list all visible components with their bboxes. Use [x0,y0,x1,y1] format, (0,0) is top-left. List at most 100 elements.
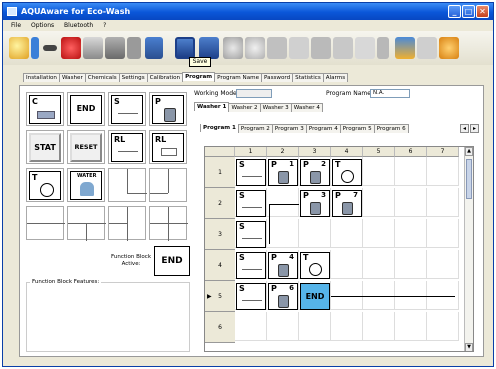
palette-tee-connector[interactable] [108,206,146,241]
menu-help[interactable]: ? [103,22,106,29]
program-block[interactable]: P2 [300,159,330,186]
palette-cell[interactable]: RL [149,130,187,164]
palette-cell[interactable]: END [67,92,105,126]
grid-cell[interactable] [427,250,459,279]
scroll-up-icon[interactable]: ▲ [465,147,473,156]
palette-cell[interactable]: P [149,92,187,126]
tab-alarms[interactable]: Alarms [322,73,349,82]
palette-corner-connector[interactable] [108,168,147,202]
grid-cell[interactable] [331,312,363,341]
new-icon[interactable] [9,37,29,59]
minimize-icon[interactable]: _ [448,5,461,18]
menu-options[interactable]: Options [31,22,54,29]
menu-bluetooth[interactable]: Bluetooth [64,22,93,29]
grid-cell[interactable] [395,219,427,248]
palette-tee-connector[interactable] [67,206,106,241]
chart-icon[interactable] [395,37,415,59]
dash-icon[interactable] [43,45,57,51]
grid-cell[interactable] [395,250,427,279]
cut-icon[interactable] [311,37,331,59]
program-block[interactable]: END [300,283,330,310]
grid-cell[interactable] [427,219,459,248]
grid-cell[interactable] [267,188,299,217]
document-icon[interactable] [355,37,375,59]
write-icon[interactable] [145,37,163,59]
tab-installation[interactable]: Installation [23,73,60,82]
grid-cell[interactable] [427,312,459,341]
tab-program[interactable]: Program [182,72,216,81]
tab-scroll-right-icon[interactable]: ▸ [470,124,479,133]
vertical-scrollbar[interactable]: ▲ ▼ [464,147,473,351]
grid-cell[interactable] [427,188,459,217]
grid-cell[interactable] [363,219,395,248]
tab-washer-4[interactable]: Washer 4 [290,103,323,112]
save-icon[interactable] [175,37,195,59]
tab-settings[interactable]: Settings [118,73,148,82]
reset-block[interactable]: RESET [70,133,102,162]
tab-program-1[interactable]: Program 1 [200,124,239,132]
scroll-thumb[interactable] [466,159,472,199]
palette-cell[interactable]: STAT [26,130,64,164]
palette-cell[interactable]: C [26,92,64,126]
program-block[interactable]: T [300,252,330,279]
palette-cross-connector[interactable] [149,206,188,241]
scroll-down-icon[interactable]: ▼ [465,343,473,351]
tab-chemicals[interactable]: Chemicals [84,73,120,82]
program-block[interactable]: S [236,283,266,310]
device-icon[interactable] [105,37,125,59]
tab-calibration[interactable]: Calibration [146,73,184,82]
program-block[interactable]: P3 [300,190,330,217]
grid-cell[interactable] [395,312,427,341]
maximize-icon[interactable]: □ [462,5,475,18]
stat-block[interactable]: STAT [29,133,61,162]
tab-statistics[interactable]: Statistics [292,73,324,82]
grid-cell[interactable] [331,250,363,279]
tool-icon[interactable] [127,37,141,59]
row-header[interactable]: 3 [205,219,235,250]
lock-icon[interactable] [333,37,353,59]
connect-icon[interactable] [83,37,103,59]
tab-program-6[interactable]: Program 6 [373,124,409,133]
program-block[interactable]: S [236,221,266,248]
stop-icon[interactable] [61,37,81,59]
palette-line-connector[interactable] [26,206,65,240]
grid-cell[interactable] [427,157,459,186]
tab-program-name[interactable]: Program Name [214,73,263,82]
grid-cell[interactable] [267,312,299,341]
tab-program-4[interactable]: Program 4 [305,124,341,133]
filter-icon[interactable] [377,37,389,59]
grid-cell[interactable] [299,219,331,248]
row-header[interactable]: 1 [205,157,235,188]
grid-cell[interactable] [363,188,395,217]
grid-cell[interactable] [331,219,363,248]
grid-cell[interactable] [235,312,267,341]
grid-cell[interactable] [299,312,331,341]
grid-cell[interactable] [363,250,395,279]
palette-cell[interactable]: RESET [67,130,105,164]
program-block[interactable]: P7 [332,190,362,217]
tab-program-3[interactable]: Program 3 [271,124,307,133]
program-block[interactable]: P4 [268,252,298,279]
tab-program-5[interactable]: Program 5 [339,124,375,133]
paste-icon[interactable] [289,37,309,59]
settings-icon[interactable] [223,37,243,59]
reload-icon[interactable] [245,37,265,59]
grid-cell[interactable] [395,157,427,186]
close-icon[interactable]: ✕ [476,5,489,18]
grid-cell[interactable] [267,219,299,248]
save-as-icon[interactable] [199,37,219,59]
open-icon[interactable] [31,37,39,59]
working-mode-select[interactable] [236,89,272,98]
program-block[interactable]: S [236,252,266,279]
palette-cell[interactable]: T [26,168,64,202]
copy-icon[interactable] [267,37,287,59]
grid-cell[interactable] [363,312,395,341]
tab-washer-1[interactable]: Washer 1 [194,102,230,111]
row-header[interactable]: 6 [205,312,235,343]
program-block[interactable]: T [332,159,362,186]
tab-program-2[interactable]: Program 2 [237,124,273,133]
tab-scroll-left-icon[interactable]: ◂ [460,124,469,133]
program-block[interactable]: P6 [268,283,298,310]
program-name-field[interactable]: N.A. [370,89,410,98]
program-block[interactable]: S [236,159,266,186]
